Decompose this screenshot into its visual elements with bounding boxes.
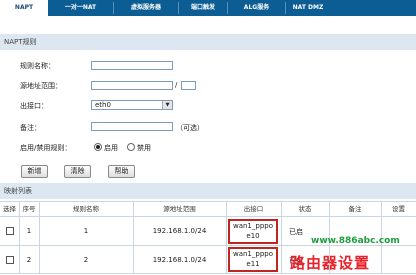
tab-alg-service[interactable]: ALG服务 — [228, 0, 285, 16]
row-out-iface-line1: wan1_pppo — [232, 250, 274, 258]
row-out-iface-line2: e11 — [246, 260, 260, 268]
row-out-iface-line2: e10 — [246, 232, 260, 240]
row-index: 1 — [26, 227, 32, 235]
watermark-text: 路由器设置 — [290, 254, 371, 272]
enable-rule-label: 启用/禁用规则： — [20, 144, 72, 152]
out-iface-label: 出接口： — [20, 102, 48, 110]
help-button[interactable]: 帮助 — [108, 165, 135, 178]
disable-option-label: 禁用 — [137, 144, 151, 152]
remark-label: 备注： — [20, 124, 41, 132]
rule-name-input[interactable] — [91, 61, 173, 70]
row-status: 已启 — [289, 228, 303, 236]
enable-option-label: 启用 — [104, 144, 118, 152]
col-header-status: 状态 — [298, 205, 312, 213]
table-border — [0, 216, 416, 217]
row-select-checkbox[interactable] — [6, 227, 14, 235]
clear-button[interactable]: 清除 — [64, 165, 91, 178]
col-header-select: 选择 — [3, 205, 16, 213]
mapping-section-title: 映射列表 — [0, 183, 416, 199]
rule-name-label: 规则名称： — [20, 62, 55, 70]
row-index: 2 — [26, 256, 32, 264]
col-header-rule-name: 规则名称 — [73, 205, 99, 213]
disable-radio[interactable] — [127, 143, 135, 151]
out-iface-select[interactable]: eth0 ▼ — [91, 100, 173, 110]
tab-one-to-one-nat[interactable]: 一对一NAT — [48, 0, 113, 16]
row-src-range: 192.168.1.0/24 — [152, 256, 207, 264]
row-out-iface-line1: wan1_pppo — [232, 222, 274, 230]
optional-hint: （可选） — [176, 124, 204, 132]
row-rule-name: 1 — [83, 227, 89, 235]
row-src-range: 192.168.1.0/24 — [152, 227, 207, 235]
row-select-checkbox[interactable] — [6, 256, 14, 264]
row-rule-name: 2 — [83, 256, 89, 264]
row-out-iface: wan1_pppo e10 — [228, 219, 278, 244]
add-button[interactable]: 新增 — [21, 165, 48, 178]
col-header-remark: 备注 — [348, 205, 362, 213]
col-header-settings: 设置 — [392, 205, 405, 213]
col-header-src-range: 源地址范围 — [163, 205, 196, 213]
col-header-out-iface: 出接口 — [243, 205, 264, 213]
chevron-down-icon: ▼ — [162, 101, 172, 109]
col-header-index: 序号 — [22, 205, 36, 213]
slash-separator: / — [175, 81, 178, 89]
src-ip-input[interactable] — [91, 81, 173, 90]
src-range-label: 源地址范围： — [20, 82, 62, 90]
row-out-iface: wan1_pppo e11 — [228, 247, 278, 272]
out-iface-value: eth0 — [95, 101, 111, 109]
tab-virtual-server[interactable]: 虚拟服务器 — [114, 0, 178, 16]
napt-section-title: NAPT规则 — [0, 34, 416, 50]
tab-nat-dmz[interactable]: NAT DMZ — [286, 0, 330, 16]
tab-napt[interactable]: NAPT — [0, 0, 48, 16]
enable-radio[interactable] — [94, 143, 102, 151]
tab-port-trigger[interactable]: 端口触发 — [179, 0, 227, 16]
table-border — [0, 273, 416, 274]
watermark-url: www.886abc.com — [311, 236, 400, 246]
remark-input[interactable] — [91, 122, 173, 131]
tab-bar: NAPT 一对一NAT 虚拟服务器 端口触发 ALG服务 NAT DMZ — [0, 0, 416, 16]
src-mask-input[interactable] — [181, 81, 196, 90]
